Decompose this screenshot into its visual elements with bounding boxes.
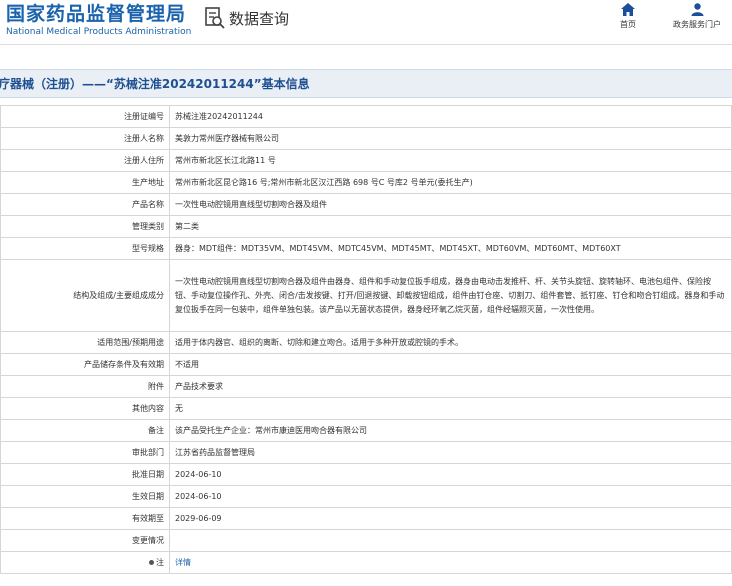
row-value: 不适用 [169, 353, 732, 376]
table-row: 结构及组成/主要组成成分 一次性电动腔镜用直线型切割吻合器及组件由器身、组件和手动… [0, 259, 732, 332]
table-row: 产品储存条件及有效期 不适用 [0, 353, 732, 376]
row-value: 江苏省药品监督管理局 [169, 441, 732, 464]
data-query-label: 数据查询 [229, 9, 290, 28]
site-logo[interactable]: 国家药品监督管理局 National Medical Products Admi… [6, 2, 191, 38]
page-title: 医疗器械（注册）——“苏械注准20242011244”基本信息 [0, 77, 310, 91]
row-value: 常州市新北区长江北路11 号 [169, 149, 732, 172]
row-value-text: 2024-06-10 [175, 469, 222, 479]
row-label: 适用范围/预期用途 [0, 331, 170, 354]
row-value: 无 [169, 397, 732, 420]
data-query-title: 数据查询 [205, 7, 289, 29]
nav-home[interactable]: 首页 [613, 3, 643, 31]
row-value-text: 不适用 [175, 359, 199, 369]
registration-detail-table: 注册证编号 苏械注准20242011244 注册人名称 美敦力常州医疗器械有限公司 注册… [0, 105, 732, 574]
row-value: 苏械注准20242011244 [169, 105, 732, 128]
row-label: 注册人住所 [0, 149, 170, 172]
row-value: 第二类 [169, 215, 732, 238]
row-value: 美敦力常州医疗器械有限公司 [169, 127, 732, 150]
nav-gov-portal[interactable]: 政务服务门户 [664, 3, 730, 31]
row-value-text: 无 [175, 403, 183, 413]
row-value-text: 第二类 [175, 221, 199, 231]
row-value-text: 一次性电动腔镜用直线型切割吻合器及组件由器身、组件和手动复位扳手组成，器身由电动… [175, 276, 725, 314]
row-label: 管理类别 [0, 215, 170, 238]
row-value: 一次性电动腔镜用直线型切割吻合器及组件 [169, 193, 732, 216]
table-row: 注册人名称 美敦力常州医疗器械有限公司 [0, 127, 732, 150]
table-row: 生效日期 2024-06-10 [0, 485, 732, 508]
row-value-text: 2024-06-10 [175, 491, 222, 501]
table-row: 管理类别 第二类 [0, 215, 732, 238]
table-row: 产品名称 一次性电动腔镜用直线型切割吻合器及组件 [0, 193, 732, 216]
row-value: 2024-06-10 [169, 463, 732, 486]
row-label: 变更情况 [0, 529, 170, 552]
table-row: 生产地址 常州市新北区昆仑路16 号;常州市新北区汉江西路 698 号C 号库2 … [0, 171, 732, 194]
row-value [169, 529, 732, 552]
row-label: 生效日期 [0, 485, 170, 508]
row-value: 常州市新北区昆仑路16 号;常州市新北区汉江西路 698 号C 号库2 号单元(… [169, 171, 732, 194]
note-value-cell: 详情 [169, 551, 732, 574]
table-row: 型号规格 器身：MDT组件：MDT35VM、MDT45VM、MDTC45VM、MD… [0, 237, 732, 260]
row-label: 产品储存条件及有效期 [0, 353, 170, 376]
row-label: 型号规格 [0, 237, 170, 260]
detail-title-bar: 医疗器械（注册）——“苏械注准20242011244”基本信息 [0, 69, 732, 98]
row-value-text: 器身：MDT组件：MDT35VM、MDT45VM、MDTC45VM、MDT45M… [175, 243, 621, 253]
site-header: 国家药品监督管理局 National Medical Products Admi… [0, 0, 732, 45]
row-label: 结构及组成/主要组成成分 [0, 259, 170, 332]
row-label: 其他内容 [0, 397, 170, 420]
details-link[interactable]: 详情 [175, 558, 191, 567]
row-label: 备注 [0, 419, 170, 442]
table-row-note: 注 详情 [0, 551, 732, 574]
row-label: 审批部门 [0, 441, 170, 464]
table-row: 注册人住所 常州市新北区长江北路11 号 [0, 149, 732, 172]
row-value-text: 该产品受托生产企业：常州市康迪医用吻合器有限公司 [175, 425, 367, 435]
table-row: 附件 产品技术要求 [0, 375, 732, 398]
table-row: 注册证编号 苏械注准20242011244 [0, 105, 732, 128]
row-value-text: 2029-06-09 [175, 513, 222, 523]
row-value-text: 常州市新北区昆仑路16 号;常州市新北区汉江西路 698 号C 号库2 号单元(… [175, 177, 473, 187]
table-row: 审批部门 江苏省药品监督管理局 [0, 441, 732, 464]
logo-english-text: National Medical Products Administration [6, 27, 192, 37]
table-row: 批准日期 2024-06-10 [0, 463, 732, 486]
row-value: 该产品受托生产企业：常州市康迪医用吻合器有限公司 [169, 419, 732, 442]
nav-home-label: 首页 [620, 20, 636, 29]
row-value: 一次性电动腔镜用直线型切割吻合器及组件由器身、组件和手动复位扳手组成，器身由电动… [169, 259, 732, 332]
row-value: 适用于体内器官、组织的离断、切除和建立吻合。适用于多种开放或腔镜的手术。 [169, 331, 732, 354]
row-value-text: 常州市新北区长江北路11 号 [175, 155, 276, 165]
row-label: 有效期至 [0, 507, 170, 530]
table-row: 其他内容无 [0, 397, 732, 420]
row-value-text: 美敦力常州医疗器械有限公司 [175, 133, 279, 143]
row-label: 注册证编号 [0, 105, 170, 128]
note-label-cell: 注 [0, 551, 170, 574]
table-row: 适用范围/预期用途 适用于体内器官、组织的离断、切除和建立吻合。适用于多种开放或腔… [0, 331, 732, 354]
row-value-text: 一次性电动腔镜用直线型切割吻合器及组件 [175, 199, 327, 209]
row-label: 注册人名称 [0, 127, 170, 150]
home-icon [621, 3, 635, 16]
note-bullet-icon [149, 560, 154, 565]
logo-chinese-text: 国家药品监督管理局 [6, 3, 187, 25]
document-search-icon [205, 7, 225, 29]
row-label: 生产地址 [0, 171, 170, 194]
row-label: 产品名称 [0, 193, 170, 216]
table-row: 有效期至 2029-06-09 [0, 507, 732, 530]
row-label: 附件 [0, 375, 170, 398]
row-value: 产品技术要求 [169, 375, 732, 398]
nav-gov-portal-label: 政务服务门户 [673, 20, 721, 29]
table-row: 变更情况 [0, 529, 732, 552]
row-value: 2024-06-10 [169, 485, 732, 508]
row-label: 批准日期 [0, 463, 170, 486]
row-value: 2029-06-09 [169, 507, 732, 530]
note-label: 注 [156, 558, 164, 567]
row-value: 器身：MDT组件：MDT35VM、MDT45VM、MDTC45VM、MDT45M… [169, 237, 732, 260]
table-row: 备注 该产品受托生产企业：常州市康迪医用吻合器有限公司 [0, 419, 732, 442]
user-icon [691, 3, 703, 16]
row-value-text: 产品技术要求 [175, 381, 223, 391]
row-value-text: 适用于体内器官、组织的离断、切除和建立吻合。适用于多种开放或腔镜的手术。 [175, 337, 463, 347]
row-value-text: 苏械注准20242011244 [175, 111, 263, 121]
row-value-text: 江苏省药品监督管理局 [175, 447, 255, 457]
